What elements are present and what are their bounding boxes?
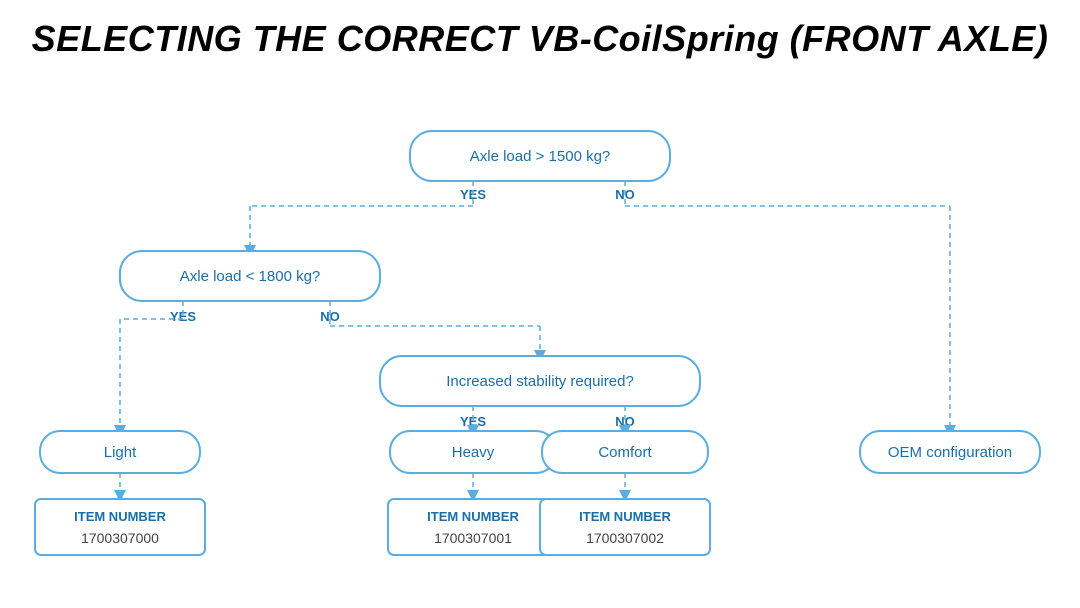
item0-box — [35, 499, 205, 555]
item2-number: 1700307002 — [586, 530, 664, 546]
light-label: Light — [104, 444, 137, 461]
item2-box — [540, 499, 710, 555]
stability-branch-label: Increased stability required? — [446, 373, 634, 390]
item2-prefix: ITEM NUMBER — [579, 509, 671, 524]
page: SELECTING THE CORRECT VB-CoilSpring (FRO… — [0, 0, 1080, 608]
item0-number: 1700307000 — [81, 530, 159, 546]
page-title: SELECTING THE CORRECT VB-CoilSpring (FRO… — [32, 18, 1049, 60]
item1-box — [388, 499, 558, 555]
oem-label: OEM configuration — [888, 444, 1012, 461]
item1-prefix: ITEM NUMBER — [427, 509, 519, 524]
diagram: Axle load > 1500 kg? YES NO Axle load < … — [20, 84, 1060, 598]
heavy-label: Heavy — [452, 444, 495, 461]
item0-prefix: ITEM NUMBER — [74, 509, 166, 524]
left-branch-label: Axle load < 1800 kg? — [180, 268, 321, 285]
root-node-label: Axle load > 1500 kg? — [470, 148, 611, 165]
item1-number: 1700307001 — [434, 530, 512, 546]
comfort-label: Comfort — [598, 444, 652, 461]
